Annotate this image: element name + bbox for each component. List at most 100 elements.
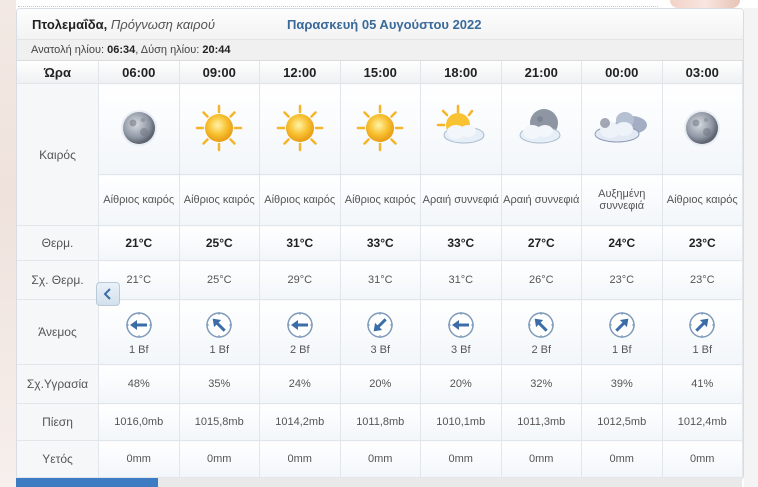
hour-cell: 00:00 [581,61,663,84]
wind-direction-icon [286,311,314,342]
temperature-cell: 24°C [581,225,663,261]
forecast-panel: Πτολεμαΐδα, Πρόγνωση καιρού Παρασκευή 05… [16,8,744,480]
hour-cell: 12:00 [259,61,341,84]
chevron-left-icon [103,288,111,300]
humidity-cell: 32% [501,364,582,404]
wind-cell: 1 Bf [662,299,743,365]
hour-label: Ώρα [17,61,99,84]
humidity-cell: 35% [179,364,260,404]
temperature-cell: 33°C [420,225,502,261]
wind-speed: 1 Bf [209,343,230,356]
pressure-label: Πίεση [17,403,99,441]
wind-indicator: 1 Bf [99,309,179,356]
humidity-cell: 41% [662,364,743,404]
precipitation-cell: 0mm [501,440,582,478]
precipitation-cell: 0mm [179,440,260,478]
temperature-cell: 23°C [662,225,743,261]
wind-speed: 1 Bf [611,343,632,356]
pressure-row: Πίεση 1016,0mb 1015,8mb 1014,2mb 1011,8mb 10… [17,403,743,441]
location-title: Πτολεμαΐδα, Πρόγνωση καιρού [17,17,287,32]
temperature-cell: 31°C [259,225,341,261]
wind-speed: 3 Bf [450,343,471,356]
pressure-cell: 1012,5mb [581,403,663,441]
horizontal-scrollbar[interactable] [16,478,742,487]
weather-description: Αυξημένη συννεφιά [581,174,663,226]
precipitation-row: Υετός 0mm 0mm 0mm 0mm 0mm 0mm 0mm 0mm [17,440,743,478]
sunset-time: 20:44 [202,44,231,56]
temperature-value: 21°C [125,236,153,250]
wind-cell: 2 Bf [259,299,341,365]
temperature-value: 33°C [447,236,475,250]
sunrise-label: Ανατολή ηλίου: [31,44,105,56]
precipitation-cell: 0mm [662,440,743,478]
temperature-label: Θερμ. [17,225,99,261]
temperature-cell: 21°C [98,225,180,261]
temperature-cell: 25°C [179,225,260,261]
weather-description: Αίθριος καιρός [340,174,421,226]
weather-desc-row: Αίθριος καιρός Αίθριος καιρός Αίθριος καιρ… [17,174,743,226]
feels-like-label: Σχ. Θερμ. [17,260,99,300]
wind-speed: 2 Bf [531,343,552,356]
hour-cell: 09:00 [179,61,260,84]
hour-cell: 18:00 [420,61,502,84]
moon-icon [679,109,725,154]
feels-like-cell: 23°C [581,260,663,300]
wind-direction-icon [688,311,716,342]
hour-cell: 15:00 [340,61,421,84]
wind-indicator: 1 Bf [180,309,260,356]
wind-indicator: 1 Bf [582,309,662,356]
wind-cell: 3 Bf [420,299,502,365]
scrollbar-thumb[interactable] [16,478,158,487]
sun-cloud-icon [434,104,488,156]
hour-cell: 03:00 [662,61,743,84]
wind-speed: 1 Bf [692,343,713,356]
weather-icon-cell [420,83,502,175]
weather-icon-cell [98,83,180,175]
pressure-cell: 1010,1mb [420,403,502,441]
weather-icon-cell [581,83,663,175]
weather-description: Αίθριος καιρός [98,174,180,226]
background-left-strip [0,0,16,487]
wind-cell: 3 Bf [340,299,421,365]
humidity-cell: 20% [340,364,421,404]
precipitation-cell: 0mm [259,440,341,478]
sun-icon [194,104,244,156]
moon-icon [116,109,162,154]
weather-icon-cell [259,83,341,175]
pressure-cell: 1011,3mb [501,403,582,441]
scroll-left-button[interactable] [96,282,120,306]
hour-cell: 21:00 [501,61,582,84]
weather-icon-cell [501,83,582,175]
precipitation-cell: 0mm [420,440,502,478]
sun-icon [355,104,405,156]
wind-direction-icon [608,311,636,342]
wind-indicator: 3 Bf [341,309,421,356]
feels-like-cell: 29°C [259,260,341,300]
weather-description: Αραιή συννεφιά [420,174,502,226]
precipitation-cell: 0mm [581,440,663,478]
top-dotted-divider [18,0,658,7]
sunrise-time: 06:34 [107,44,136,56]
precipitation-cell: 0mm [98,440,180,478]
hour-row: Ώρα 06:00 09:00 12:00 15:00 18:00 21:00 00:00 0… [17,61,743,84]
forecast-table: Ώρα 06:00 09:00 12:00 15:00 18:00 21:00 00:00 0… [17,61,743,478]
wind-cell: 1 Bf [98,299,180,365]
weather-icon-cell [662,83,743,175]
humidity-cell: 20% [420,364,502,404]
wind-speed: 1 Bf [128,343,149,356]
weather-description: Αίθριος καιρός [662,174,743,226]
sunset-label: , Δύση ηλίου: [135,44,200,56]
wind-row: Άνεμος 1 Bf 1 Bf 2 Bf 3 Bf 3 Bf 2 Bf 1 Bf 1 Bf [17,299,743,365]
feels-like-cell: 31°C [340,260,421,300]
pressure-cell: 1015,8mb [179,403,260,441]
precipitation-cell: 0mm [340,440,421,478]
weather-description: Αίθριος καιρός [259,174,341,226]
sun-icon [275,104,325,156]
wind-direction-icon [366,311,394,342]
wind-indicator: 1 Bf [663,309,743,356]
weather-description: Αίθριος καιρός [179,174,260,226]
location-subtitle: Πρόγνωση καιρού [110,16,215,32]
feels-like-cell: 25°C [179,260,260,300]
feels-like-cell: 23°C [662,260,743,300]
wind-cell: 1 Bf [179,299,260,365]
